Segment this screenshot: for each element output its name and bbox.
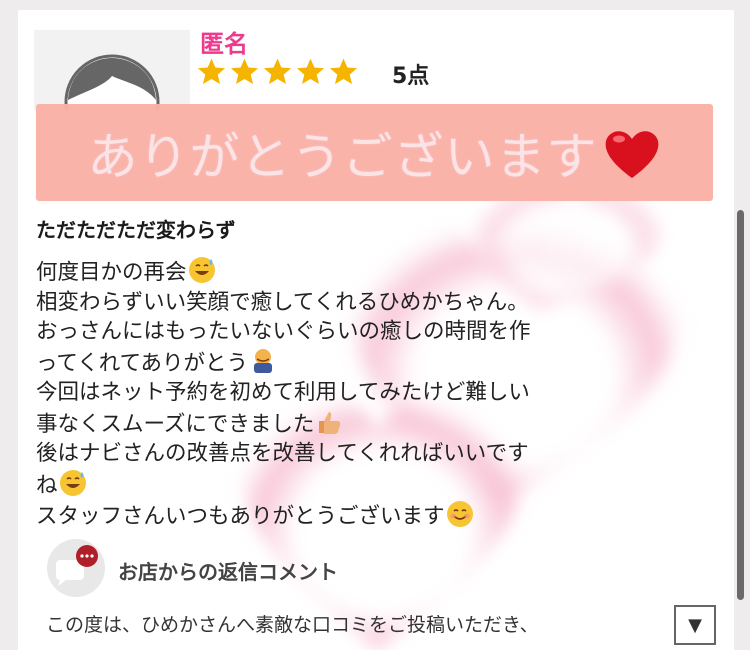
star-icon — [230, 58, 259, 85]
review-line: 今回はネット予約を初めて利用してみたけど難しい — [36, 380, 530, 405]
star-icon — [329, 58, 358, 85]
review-title: ただただただ変わらず — [36, 218, 236, 242]
review-line: ね — [36, 469, 726, 501]
thanks-banner-sticker: ありがとうございます — [36, 104, 713, 201]
review-line: 何度目かの再会 — [36, 256, 726, 288]
reviewer-name: 匿名 — [200, 30, 248, 58]
review-line: スタッフさんいつもありがとうございます — [36, 500, 726, 532]
sweat-smile-icon — [188, 257, 215, 283]
review-line: 事なくスムーズにできました — [36, 408, 726, 440]
reply-heading: お店からの返信コメント — [118, 560, 338, 584]
shop-reply-icon — [47, 539, 105, 597]
reviewer-avatar — [34, 30, 190, 110]
review-line: 後はナビさんの改善点を改善してくれればいいです — [36, 441, 529, 466]
review-line: おっさんにはもったいないぐらいの癒しの時間を作 — [36, 319, 531, 344]
smile-icon — [446, 501, 473, 527]
review-body: 何度目かの再会 相変わらずいい笑顔で癒してくれるひめかちゃん。 おっさんにはもっ… — [36, 256, 726, 532]
expand-reply-button[interactable]: ▼ — [674, 605, 716, 645]
red-heart-icon — [605, 130, 658, 178]
banner-text: ありがとうございます — [87, 127, 598, 186]
star-icon — [296, 58, 325, 85]
star-icon — [197, 58, 226, 85]
star-icon — [263, 58, 292, 85]
review-line: ってくれてありがとう — [36, 347, 726, 379]
person-icon — [64, 54, 160, 110]
rating-score: 5点 — [392, 64, 430, 89]
scrollbar[interactable] — [737, 210, 744, 600]
reply-preview: この度は、ひめかさんへ素敵な口コミをご投稿いただき、 — [46, 614, 539, 636]
review-card: 匿名 5点 ありがとうございます ただただただ変わらず 何度目かの再会 相変わら… — [18, 10, 734, 650]
sweat-smile-icon — [59, 469, 86, 496]
rating-stars — [196, 56, 359, 87]
bowing-person-icon — [254, 348, 272, 373]
thumbs-up-icon — [319, 411, 341, 434]
review-line: 相変わらずいい笑顔で癒してくれるひめかちゃん。 — [36, 289, 529, 315]
